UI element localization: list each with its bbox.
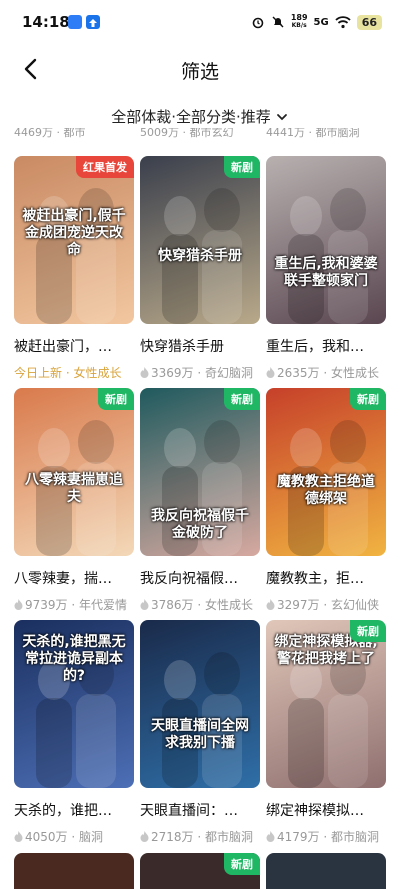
poster-image[interactable]: 绑定神探模拟器,警花把我拷上了 新剧 xyxy=(266,620,386,788)
card-title[interactable]: 魔教教主，拒… xyxy=(266,568,386,588)
card-meta: 3369万 · 奇幻脑洞 xyxy=(140,364,260,381)
poster-image[interactable]: 天杀的,谁把黑无常拉进诡异副本的? xyxy=(14,620,134,788)
flame-icon xyxy=(140,599,149,610)
card-meta: 4050万 · 脑洞 xyxy=(14,828,134,845)
drama-card-partial[interactable] xyxy=(14,853,134,889)
flame-icon xyxy=(14,831,23,842)
flame-icon xyxy=(140,367,149,378)
flame-icon xyxy=(140,831,149,842)
poster-title-art: 我反向祝福假千金破防了 xyxy=(151,508,249,541)
poster-image[interactable]: 重生后,我和婆婆联手整顿家门 xyxy=(266,156,386,324)
flame-icon xyxy=(266,831,275,842)
drama-card-partial[interactable] xyxy=(266,853,386,889)
card-title[interactable]: 八零辣妻，揣… xyxy=(14,568,134,588)
card-title[interactable]: 天眼直播间：… xyxy=(140,800,260,820)
poster-title-art: 被赶出豪门,假千金成团宠逆天改命 xyxy=(22,208,126,258)
poster-title-art: 魔教教主拒绝道德绑架 xyxy=(277,474,375,507)
card-meta-text: 9739万 · 年代爱情 xyxy=(25,598,127,612)
card-meta-text: 今日上新 · 女性成长 xyxy=(14,366,122,380)
poster-title-art: 八零辣妻揣崽追夫 xyxy=(25,472,123,505)
poster-image[interactable]: 快穿猎杀手册 新剧 xyxy=(140,156,260,324)
card-meta: 9739万 · 年代爱情 xyxy=(14,596,134,613)
poster-image[interactable]: 八零辣妻揣崽追夫 新剧 xyxy=(14,388,134,556)
poster-artwork xyxy=(162,652,242,788)
card-meta: 3786万 · 女性成长 xyxy=(140,596,260,613)
drama-card[interactable]: 重生后,我和婆婆联手整顿家门重生后，我和… 2635万 · 女性成长 xyxy=(266,156,386,381)
drama-card[interactable]: 被赶出豪门,假千金成团宠逆天改命 红果首发被赶出豪门，… 今日上新 · 女性成长 xyxy=(14,156,134,381)
poster-artwork xyxy=(162,188,242,324)
card-title[interactable]: 重生后，我和… xyxy=(266,336,386,356)
drama-card[interactable]: 魔教教主拒绝道德绑架 新剧魔教教主，拒… 3297万 · 玄幻仙侠 xyxy=(266,388,386,613)
card-meta: 4179万 · 都市脑洞 xyxy=(266,828,386,845)
card-title[interactable]: 我反向祝福假… xyxy=(140,568,260,588)
card-meta: 2635万 · 女性成长 xyxy=(266,364,386,381)
flame-icon xyxy=(266,367,275,378)
card-meta-text: 3369万 · 奇幻脑洞 xyxy=(151,366,253,380)
poster-image[interactable]: 我反向祝福假千金破防了 新剧 xyxy=(140,388,260,556)
new-badge: 新剧 xyxy=(224,388,260,410)
card-title[interactable]: 天杀的，谁把… xyxy=(14,800,134,820)
card-title[interactable]: 被赶出豪门，… xyxy=(14,336,134,356)
card-meta-text: 4050万 · 脑洞 xyxy=(25,830,103,844)
poster-artwork xyxy=(288,188,368,324)
card-meta-text: 2718万 · 都市脑洞 xyxy=(151,830,253,844)
new-badge: 新剧 xyxy=(350,388,386,410)
drama-grid: 被赶出豪门,假千金成团宠逆天改命 红果首发被赶出豪门，… 今日上新 · 女性成长 快穿… xyxy=(0,0,400,889)
card-meta: 2718万 · 都市脑洞 xyxy=(140,828,260,845)
poster-image[interactable]: 魔教教主拒绝道德绑架 新剧 xyxy=(266,388,386,556)
new-badge: 红果首发 xyxy=(76,156,134,178)
poster-artwork xyxy=(288,420,368,556)
card-title[interactable]: 绑定神探模拟… xyxy=(266,800,386,820)
poster-image[interactable]: 被赶出豪门,假千金成团宠逆天改命 红果首发 xyxy=(14,156,134,324)
drama-card[interactable]: 天眼直播间全网求我别下播天眼直播间：… 2718万 · 都市脑洞 xyxy=(140,620,260,845)
new-badge: 新剧 xyxy=(350,620,386,642)
drama-card-partial[interactable]: 新剧 xyxy=(140,853,260,889)
drama-card[interactable]: 快穿猎杀手册 新剧快穿猎杀手册 3369万 · 奇幻脑洞 xyxy=(140,156,260,381)
card-meta: 3297万 · 玄幻仙侠 xyxy=(266,596,386,613)
card-meta-text: 2635万 · 女性成长 xyxy=(277,366,379,380)
drama-card[interactable]: 天杀的,谁把黑无常拉进诡异副本的? 天杀的，谁把… 4050万 · 脑洞 xyxy=(14,620,134,845)
flame-icon xyxy=(14,599,23,610)
card-meta-text: 4179万 · 都市脑洞 xyxy=(277,830,379,844)
new-badge: 新剧 xyxy=(98,388,134,410)
poster-image[interactable]: 天眼直播间全网求我别下播 xyxy=(140,620,260,788)
new-badge: 新剧 xyxy=(224,156,260,178)
poster-title-art: 重生后,我和婆婆联手整顿家门 xyxy=(274,256,378,289)
poster-title-art: 天眼直播间全网求我别下播 xyxy=(151,718,249,751)
new-badge: 新剧 xyxy=(224,853,260,875)
card-title[interactable]: 快穿猎杀手册 xyxy=(140,336,260,356)
drama-card[interactable]: 绑定神探模拟器,警花把我拷上了 新剧绑定神探模拟… 4179万 · 都市脑洞 xyxy=(266,620,386,845)
card-meta-text: 3297万 · 玄幻仙侠 xyxy=(277,598,379,612)
poster-title-art: 快穿猎杀手册 xyxy=(158,248,242,264)
flame-icon xyxy=(266,599,275,610)
card-meta: 今日上新 · 女性成长 xyxy=(14,364,134,381)
card-meta-text: 3786万 · 女性成长 xyxy=(151,598,253,612)
poster-title-art: 天杀的,谁把黑无常拉进诡异副本的? xyxy=(22,634,126,684)
drama-card[interactable]: 我反向祝福假千金破防了 新剧我反向祝福假… 3786万 · 女性成长 xyxy=(140,388,260,613)
drama-card[interactable]: 八零辣妻揣崽追夫 新剧八零辣妻，揣… 9739万 · 年代爱情 xyxy=(14,388,134,613)
